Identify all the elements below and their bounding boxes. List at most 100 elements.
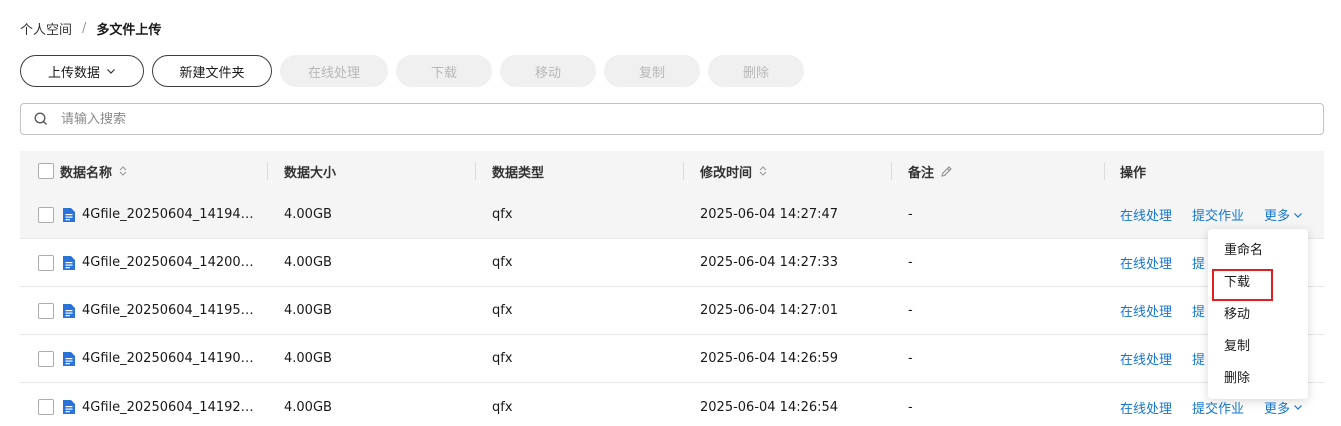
table-row[interactable]: 4Gfile_20250604_14190… 4.00GB qfx 2025-0…	[20, 335, 1324, 383]
table-row[interactable]: 4Gfile_20250604_14192… 4.00GB qfx 2025-0…	[20, 383, 1324, 426]
download-button[interactable]: 下载	[396, 55, 492, 87]
file-name-link[interactable]: 4Gfile_20250604_14194…	[82, 207, 254, 222]
chevron-down-icon	[106, 66, 116, 76]
sort-icon[interactable]	[118, 165, 128, 177]
breadcrumb: 个人空间 / 多文件上传	[20, 18, 161, 38]
header-name-label: 数据名称	[60, 165, 113, 181]
file-size: 4.00GB	[284, 255, 332, 270]
row-checkbox[interactable]	[38, 350, 54, 367]
new-folder-button[interactable]: 新建文件夹	[152, 55, 272, 87]
select-all-checkbox[interactable]	[38, 163, 54, 179]
header-mtime-label: 修改时间	[700, 165, 753, 181]
online-process-link[interactable]: 在线处理	[1120, 205, 1172, 224]
move-button[interactable]: 移动	[500, 55, 596, 87]
online-process-link[interactable]: 在线处理	[1120, 301, 1172, 320]
file-icon	[62, 207, 76, 223]
note: -	[908, 207, 913, 222]
menu-item-move[interactable]: 移动	[1208, 299, 1308, 331]
column-divider	[475, 162, 476, 180]
submit-job-link[interactable]: 提交作业	[1192, 398, 1244, 417]
note: -	[908, 351, 913, 366]
modified-time: 2025-06-04 14:26:59	[700, 351, 839, 366]
modified-time: 2025-06-04 14:27:33	[700, 255, 839, 270]
file-name-link[interactable]: 4Gfile_20250604_14190…	[82, 351, 254, 366]
delete-button[interactable]: 删除	[708, 55, 804, 87]
more-dropdown-menu: 重命名 下载 移动 复制 删除	[1208, 229, 1308, 399]
file-type: qfx	[492, 399, 513, 415]
breadcrumb-personal-space[interactable]: 个人空间	[20, 19, 72, 38]
online-process-button[interactable]: 在线处理	[280, 55, 388, 87]
header-note-label: 备注	[908, 165, 935, 181]
modified-time: 2025-06-04 14:26:54	[700, 399, 839, 415]
file-type: qfx	[492, 207, 513, 222]
file-name-link[interactable]: 4Gfile_20250604_14200…	[82, 255, 254, 270]
row-checkbox[interactable]	[38, 206, 54, 223]
search-box	[20, 103, 1324, 135]
breadcrumb-separator: /	[82, 20, 87, 36]
header-mtime[interactable]: 修改时间	[700, 151, 768, 191]
menu-item-delete[interactable]: 删除	[1208, 363, 1308, 395]
table-header: 数据名称 数据大小 数据类型 修改时间 备注 操作	[20, 151, 1324, 191]
file-type: qfx	[492, 303, 513, 318]
copy-label: 复制	[638, 65, 665, 81]
delete-label: 删除	[742, 65, 769, 81]
row-checkbox[interactable]	[38, 399, 54, 415]
online-process-link[interactable]: 在线处理	[1120, 253, 1172, 272]
file-name-link[interactable]: 4Gfile_20250604_14192…	[82, 400, 254, 415]
copy-button[interactable]: 复制	[604, 55, 700, 87]
table-row[interactable]: 4Gfile_20250604_14194… 4.00GB qfx 2025-0…	[20, 191, 1324, 239]
search-input[interactable]	[61, 111, 1323, 127]
column-divider	[1104, 162, 1105, 180]
note: -	[908, 399, 913, 415]
header-note: 备注	[908, 151, 953, 191]
row-checkbox[interactable]	[38, 302, 54, 319]
row-checkbox[interactable]	[38, 254, 54, 271]
column-divider	[891, 162, 892, 180]
upload-data-label: 上传数据	[47, 65, 100, 81]
pencil-icon	[940, 165, 953, 178]
file-size: 4.00GB	[284, 303, 332, 318]
file-icon	[62, 351, 76, 367]
column-divider	[683, 162, 684, 180]
more-label: 更多	[1264, 209, 1291, 224]
header-ops: 操作	[1120, 151, 1146, 191]
file-icon	[62, 399, 76, 415]
file-type: qfx	[492, 255, 513, 270]
header-type-label: 数据类型	[492, 165, 545, 181]
download-label: 下载	[430, 65, 457, 81]
data-table: 数据名称 数据大小 数据类型 修改时间 备注 操作 4Gfile_2025060…	[20, 151, 1324, 426]
move-label: 移动	[534, 65, 561, 81]
submit-job-link[interactable]: 提	[1192, 253, 1205, 272]
menu-item-copy[interactable]: 复制	[1208, 331, 1308, 363]
header-name[interactable]: 数据名称	[60, 151, 128, 191]
chevron-down-icon	[1293, 402, 1303, 412]
submit-job-link[interactable]: 提	[1192, 301, 1205, 320]
chevron-down-icon	[1293, 210, 1303, 220]
menu-item-download[interactable]: 下载	[1208, 267, 1308, 301]
table-row[interactable]: 4Gfile_20250604_14195… 4.00GB qfx 2025-0…	[20, 287, 1324, 335]
file-size: 4.00GB	[284, 351, 332, 366]
header-size: 数据大小	[284, 151, 336, 191]
more-label: 更多	[1264, 401, 1291, 417]
note: -	[908, 303, 913, 318]
file-icon	[62, 255, 76, 271]
online-process-label: 在线处理	[307, 65, 360, 81]
header-type: 数据类型	[492, 151, 544, 191]
breadcrumb-current: 多文件上传	[96, 22, 162, 38]
header-size-label: 数据大小	[284, 165, 337, 181]
menu-item-rename[interactable]: 重命名	[1208, 235, 1308, 267]
toolbar: 上传数据 新建文件夹 在线处理 下载 移动 复制 删除	[20, 55, 804, 87]
online-process-link[interactable]: 在线处理	[1120, 398, 1172, 417]
file-type: qfx	[492, 351, 513, 366]
header-ops-label: 操作	[1120, 165, 1147, 181]
file-icon	[62, 303, 76, 319]
sort-icon[interactable]	[758, 165, 768, 177]
submit-job-link[interactable]: 提	[1192, 349, 1205, 368]
online-process-link[interactable]: 在线处理	[1120, 349, 1172, 368]
file-name-link[interactable]: 4Gfile_20250604_14195…	[82, 303, 254, 318]
table-row[interactable]: 4Gfile_20250604_14200… 4.00GB qfx 2025-0…	[20, 239, 1324, 287]
modified-time: 2025-06-04 14:27:47	[700, 207, 839, 222]
submit-job-link[interactable]: 提交作业	[1192, 205, 1244, 224]
upload-data-button[interactable]: 上传数据	[20, 55, 144, 87]
note: -	[908, 255, 913, 270]
